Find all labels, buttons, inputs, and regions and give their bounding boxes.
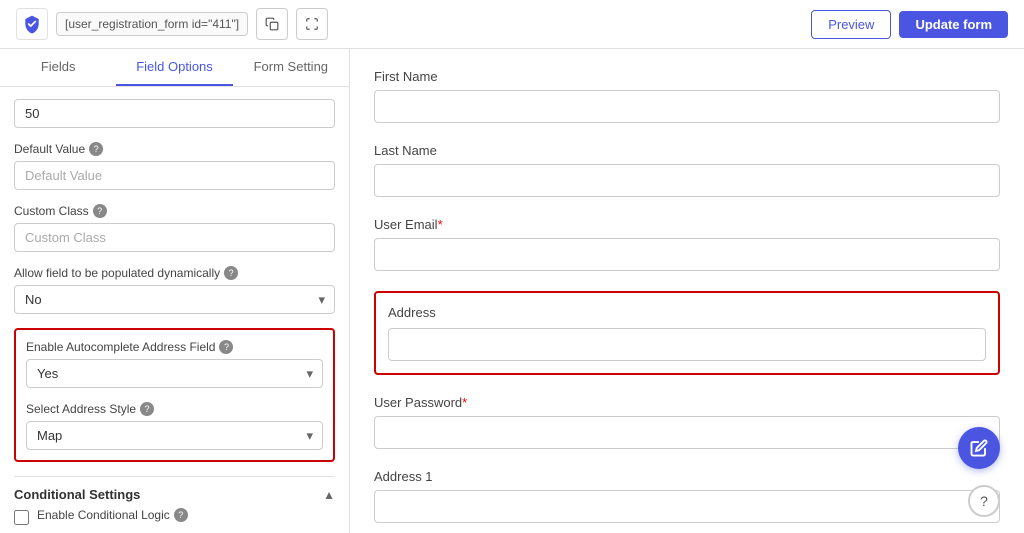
address-style-select[interactable]: Map Classic	[26, 421, 323, 450]
address-input[interactable]	[388, 328, 986, 361]
address1-label: Address 1	[374, 469, 1000, 484]
autocomplete-field: Enable Autocomplete Address Field ? Yes …	[26, 340, 323, 388]
left-panel: Fields Field Options Form Setting Defaul…	[0, 49, 350, 533]
tab-form-setting[interactable]: Form Setting	[233, 49, 349, 86]
user-password-label: User Password*	[374, 395, 1000, 410]
last-name-input[interactable]	[374, 164, 1000, 197]
default-value-help-icon[interactable]: ?	[89, 142, 103, 156]
address-style-label: Select Address Style ?	[26, 402, 323, 416]
custom-class-input[interactable]	[14, 223, 335, 252]
top-bar-left: [user_registration_form id="411"]	[16, 8, 328, 40]
shortcode-box: [user_registration_form id="411"]	[56, 12, 248, 36]
custom-class-label: Custom Class ?	[14, 204, 335, 218]
left-scroll-area: Default Value ? Custom Class ?	[0, 87, 349, 533]
tab-fields[interactable]: Fields	[0, 49, 116, 86]
autocomplete-select[interactable]: Yes No	[26, 359, 323, 388]
email-required-star: *	[438, 217, 443, 232]
default-value-field: Default Value ?	[14, 142, 335, 190]
allow-dynamic-help-icon[interactable]: ?	[224, 266, 238, 280]
custom-class-help-icon[interactable]: ?	[93, 204, 107, 218]
help-fab-button[interactable]: ?	[968, 485, 1000, 517]
first-name-input[interactable]	[374, 90, 1000, 123]
user-email-label: User Email*	[374, 217, 1000, 232]
enable-conditional-logic-field: Enable Conditional Logic ?	[14, 508, 335, 527]
max-length-field	[14, 99, 335, 128]
address-highlighted-section: Address	[374, 291, 1000, 375]
edit-fab-button[interactable]	[958, 427, 1000, 469]
user-email-input[interactable]	[374, 238, 1000, 271]
logo	[16, 8, 48, 40]
last-name-group: Last Name	[374, 143, 1000, 197]
top-bar: [user_registration_form id="411"] Previe…	[0, 0, 1024, 49]
custom-class-field: Custom Class ?	[14, 204, 335, 252]
conditional-settings-toggle[interactable]: ▲	[323, 488, 335, 502]
autocomplete-select-wrapper: Yes No	[26, 359, 323, 388]
autocomplete-highlighted-section: Enable Autocomplete Address Field ? Yes …	[14, 328, 335, 462]
update-form-button[interactable]: Update form	[899, 11, 1008, 38]
default-value-label: Default Value ?	[14, 142, 335, 156]
address-style-field: Select Address Style ? Map Classic	[26, 402, 323, 450]
conditional-settings-section: Conditional Settings ▲	[14, 476, 335, 508]
shortcode-text: [user_registration_form id="411"]	[56, 12, 248, 36]
password-required-star: *	[462, 395, 467, 410]
fullscreen-button[interactable]	[296, 8, 328, 40]
user-password-input[interactable]	[374, 416, 1000, 449]
last-name-label: Last Name	[374, 143, 1000, 158]
autocomplete-help-icon[interactable]: ?	[219, 340, 233, 354]
address-style-help-icon[interactable]: ?	[140, 402, 154, 416]
allow-dynamic-label: Allow field to be populated dynamically …	[14, 266, 335, 280]
user-email-group: User Email*	[374, 217, 1000, 271]
address1-group: Address 1	[374, 469, 1000, 523]
right-panel: First Name Last Name User Email* Address	[350, 49, 1024, 533]
conditional-logic-row: Enable Conditional Logic ?	[14, 508, 335, 527]
conditional-logic-checkbox[interactable]	[14, 510, 29, 525]
address-style-select-wrapper: Map Classic	[26, 421, 323, 450]
allow-dynamic-field: Allow field to be populated dynamically …	[14, 266, 335, 314]
first-name-group: First Name	[374, 69, 1000, 123]
conditional-logic-help-icon[interactable]: ?	[174, 508, 188, 522]
user-password-group: User Password*	[374, 395, 1000, 449]
copy-shortcode-button[interactable]	[256, 8, 288, 40]
address-label: Address	[388, 305, 986, 320]
conditional-settings-title: Conditional Settings	[14, 487, 140, 502]
max-length-input[interactable]	[14, 99, 335, 128]
allow-dynamic-select[interactable]: No Yes	[14, 285, 335, 314]
tab-field-options[interactable]: Field Options	[116, 49, 232, 86]
conditional-logic-label: Enable Conditional Logic ?	[37, 508, 188, 522]
preview-button[interactable]: Preview	[811, 10, 891, 39]
allow-dynamic-select-wrapper: No Yes	[14, 285, 335, 314]
tabs: Fields Field Options Form Setting	[0, 49, 349, 87]
first-name-label: First Name	[374, 69, 1000, 84]
top-bar-right: Preview Update form	[811, 10, 1008, 39]
main-content: Fields Field Options Form Setting Defaul…	[0, 49, 1024, 533]
address1-input[interactable]	[374, 490, 1000, 523]
autocomplete-label: Enable Autocomplete Address Field ?	[26, 340, 323, 354]
default-value-input[interactable]	[14, 161, 335, 190]
